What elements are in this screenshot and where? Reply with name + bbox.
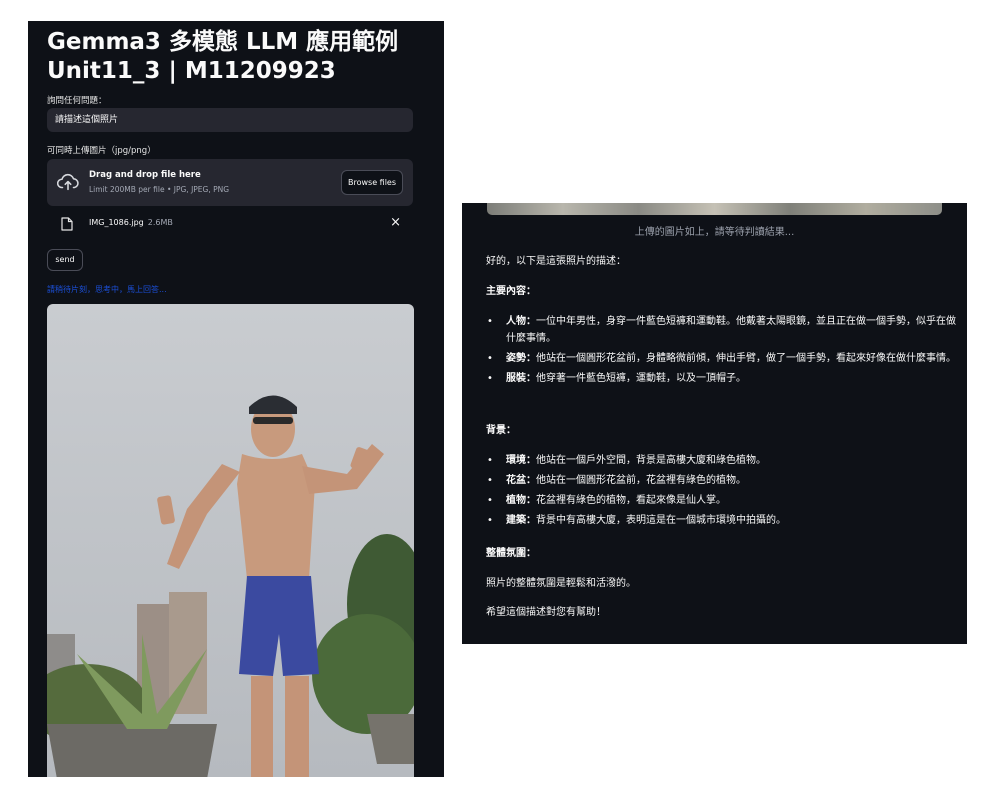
list-item-heading: 花盆： xyxy=(506,475,536,486)
list-item-heading: 植物： xyxy=(506,495,536,506)
main-content-list: 人物：一位中年男性，身穿一件藍色短褲和運動鞋。他戴著太陽眼鏡，並且正在做一個手勢… xyxy=(486,313,956,390)
title-line-1: Gemma3 多模態 LLM 應用範例 xyxy=(47,29,399,55)
cloud-upload-icon xyxy=(57,173,79,191)
mood-heading: 整體氛圍： xyxy=(486,548,536,559)
list-item-text: 背景中有高樓大廈，表明這是在一個城市環境中拍攝的。 xyxy=(536,515,786,526)
photo-illustration xyxy=(47,304,414,777)
response-intro: 好的，以下是這張照片的描述： xyxy=(486,256,626,267)
status-text: 請稍待片刻，思考中，馬上回答... xyxy=(47,285,167,294)
dropzone-text: Drag and drop file here xyxy=(89,170,201,180)
file-name-text: IMG_1086.jpg xyxy=(89,218,144,227)
uploaded-photo-preview xyxy=(487,203,942,215)
list-item-text: 一位中年男性，身穿一件藍色短褲和運動鞋。他戴著太陽眼鏡，並且正在做一個手勢，似乎… xyxy=(506,316,956,344)
list-item-text: 他站在一個圓形花盆前，身體略微前傾，伸出手臂，做了一個手勢，看起來好像在做什麼事… xyxy=(536,353,956,364)
main-heading: 主要內容： xyxy=(486,286,536,297)
remove-file-icon[interactable]: × xyxy=(390,215,401,230)
list-item: 建築：背景中有高樓大廈，表明這是在一個城市環境中拍攝的。 xyxy=(486,512,956,529)
list-item: 人物：一位中年男性，身穿一件藍色短褲和運動鞋。他戴著太陽眼鏡，並且正在做一個手勢… xyxy=(486,313,956,347)
query-input[interactable]: 請描述這個照片 xyxy=(47,108,413,132)
list-item-heading: 服裝： xyxy=(506,373,536,384)
app-panel: Gemma3 多模態 LLM 應用範例 Unit11_3 | M11209923… xyxy=(28,21,444,777)
list-item-heading: 建築： xyxy=(506,515,536,526)
page-title: Gemma3 多模態 LLM 應用範例 Unit11_3 | M11209923 xyxy=(47,28,437,86)
send-button[interactable]: send xyxy=(47,249,83,271)
mood-text: 照片的整體氛圍是輕鬆和活潑的。 xyxy=(486,578,636,589)
response-panel: 上傳的圖片如上，請等待判讀結果... 好的，以下是這張照片的描述： 主要內容： … xyxy=(462,203,967,644)
dropzone-limit: Limit 200MB per file • JPG, JPEG, PNG xyxy=(89,185,230,194)
list-item-heading: 環境： xyxy=(506,455,536,466)
file-dropzone[interactable]: Drag and drop file here Limit 200MB per … xyxy=(47,159,413,206)
file-size: 2.6MB xyxy=(147,218,173,227)
upload-label: 可同時上傳圖片（jpg/png） xyxy=(47,146,156,156)
query-label: 詢問任何問題： xyxy=(47,96,107,106)
list-item-text: 花盆裡有綠色的植物，看起來像是仙人掌。 xyxy=(536,495,726,506)
title-line-2: Unit11_3 | M11209923 xyxy=(47,58,336,84)
list-item-text: 他穿著一件藍色短褲，運動鞋，以及一頂帽子。 xyxy=(536,373,746,384)
list-item-text: 他站在一個圓形花盆前，花盆裡有綠色的植物。 xyxy=(536,475,746,486)
list-item-text: 他站在一個戶外空間，背景是高樓大廈和綠色植物。 xyxy=(536,455,766,466)
list-item: 花盆：他站在一個圓形花盆前，花盆裡有綠色的植物。 xyxy=(486,472,956,489)
browse-files-button[interactable]: Browse files xyxy=(341,170,403,195)
file-icon xyxy=(61,217,73,231)
background-heading: 背景： xyxy=(486,425,516,436)
list-item: 服裝：他穿著一件藍色短褲，運動鞋，以及一頂帽子。 xyxy=(486,370,956,387)
list-item: 植物：花盆裡有綠色的植物，看起來像是仙人掌。 xyxy=(486,492,956,509)
uploaded-photo xyxy=(47,304,414,777)
closing-text: 希望這個描述對您有幫助！ xyxy=(486,607,606,618)
list-item: 姿勢：他站在一個圓形花盆前，身體略微前傾，伸出手臂，做了一個手勢，看起來好像在做… xyxy=(486,350,956,367)
list-item-heading: 人物： xyxy=(506,316,536,327)
photo-caption: 上傳的圖片如上，請等待判讀結果... xyxy=(634,227,795,238)
background-list: 環境：他站在一個戶外空間，背景是高樓大廈和綠色植物。花盆：他站在一個圓形花盆前，… xyxy=(486,452,956,532)
uploaded-file-row: IMG_1086.jpg 2.6MB × xyxy=(47,212,413,236)
list-item: 環境：他站在一個戶外空間，背景是高樓大廈和綠色植物。 xyxy=(486,452,956,469)
list-item-heading: 姿勢： xyxy=(506,353,536,364)
file-name: IMG_1086.jpg 2.6MB xyxy=(89,218,173,227)
